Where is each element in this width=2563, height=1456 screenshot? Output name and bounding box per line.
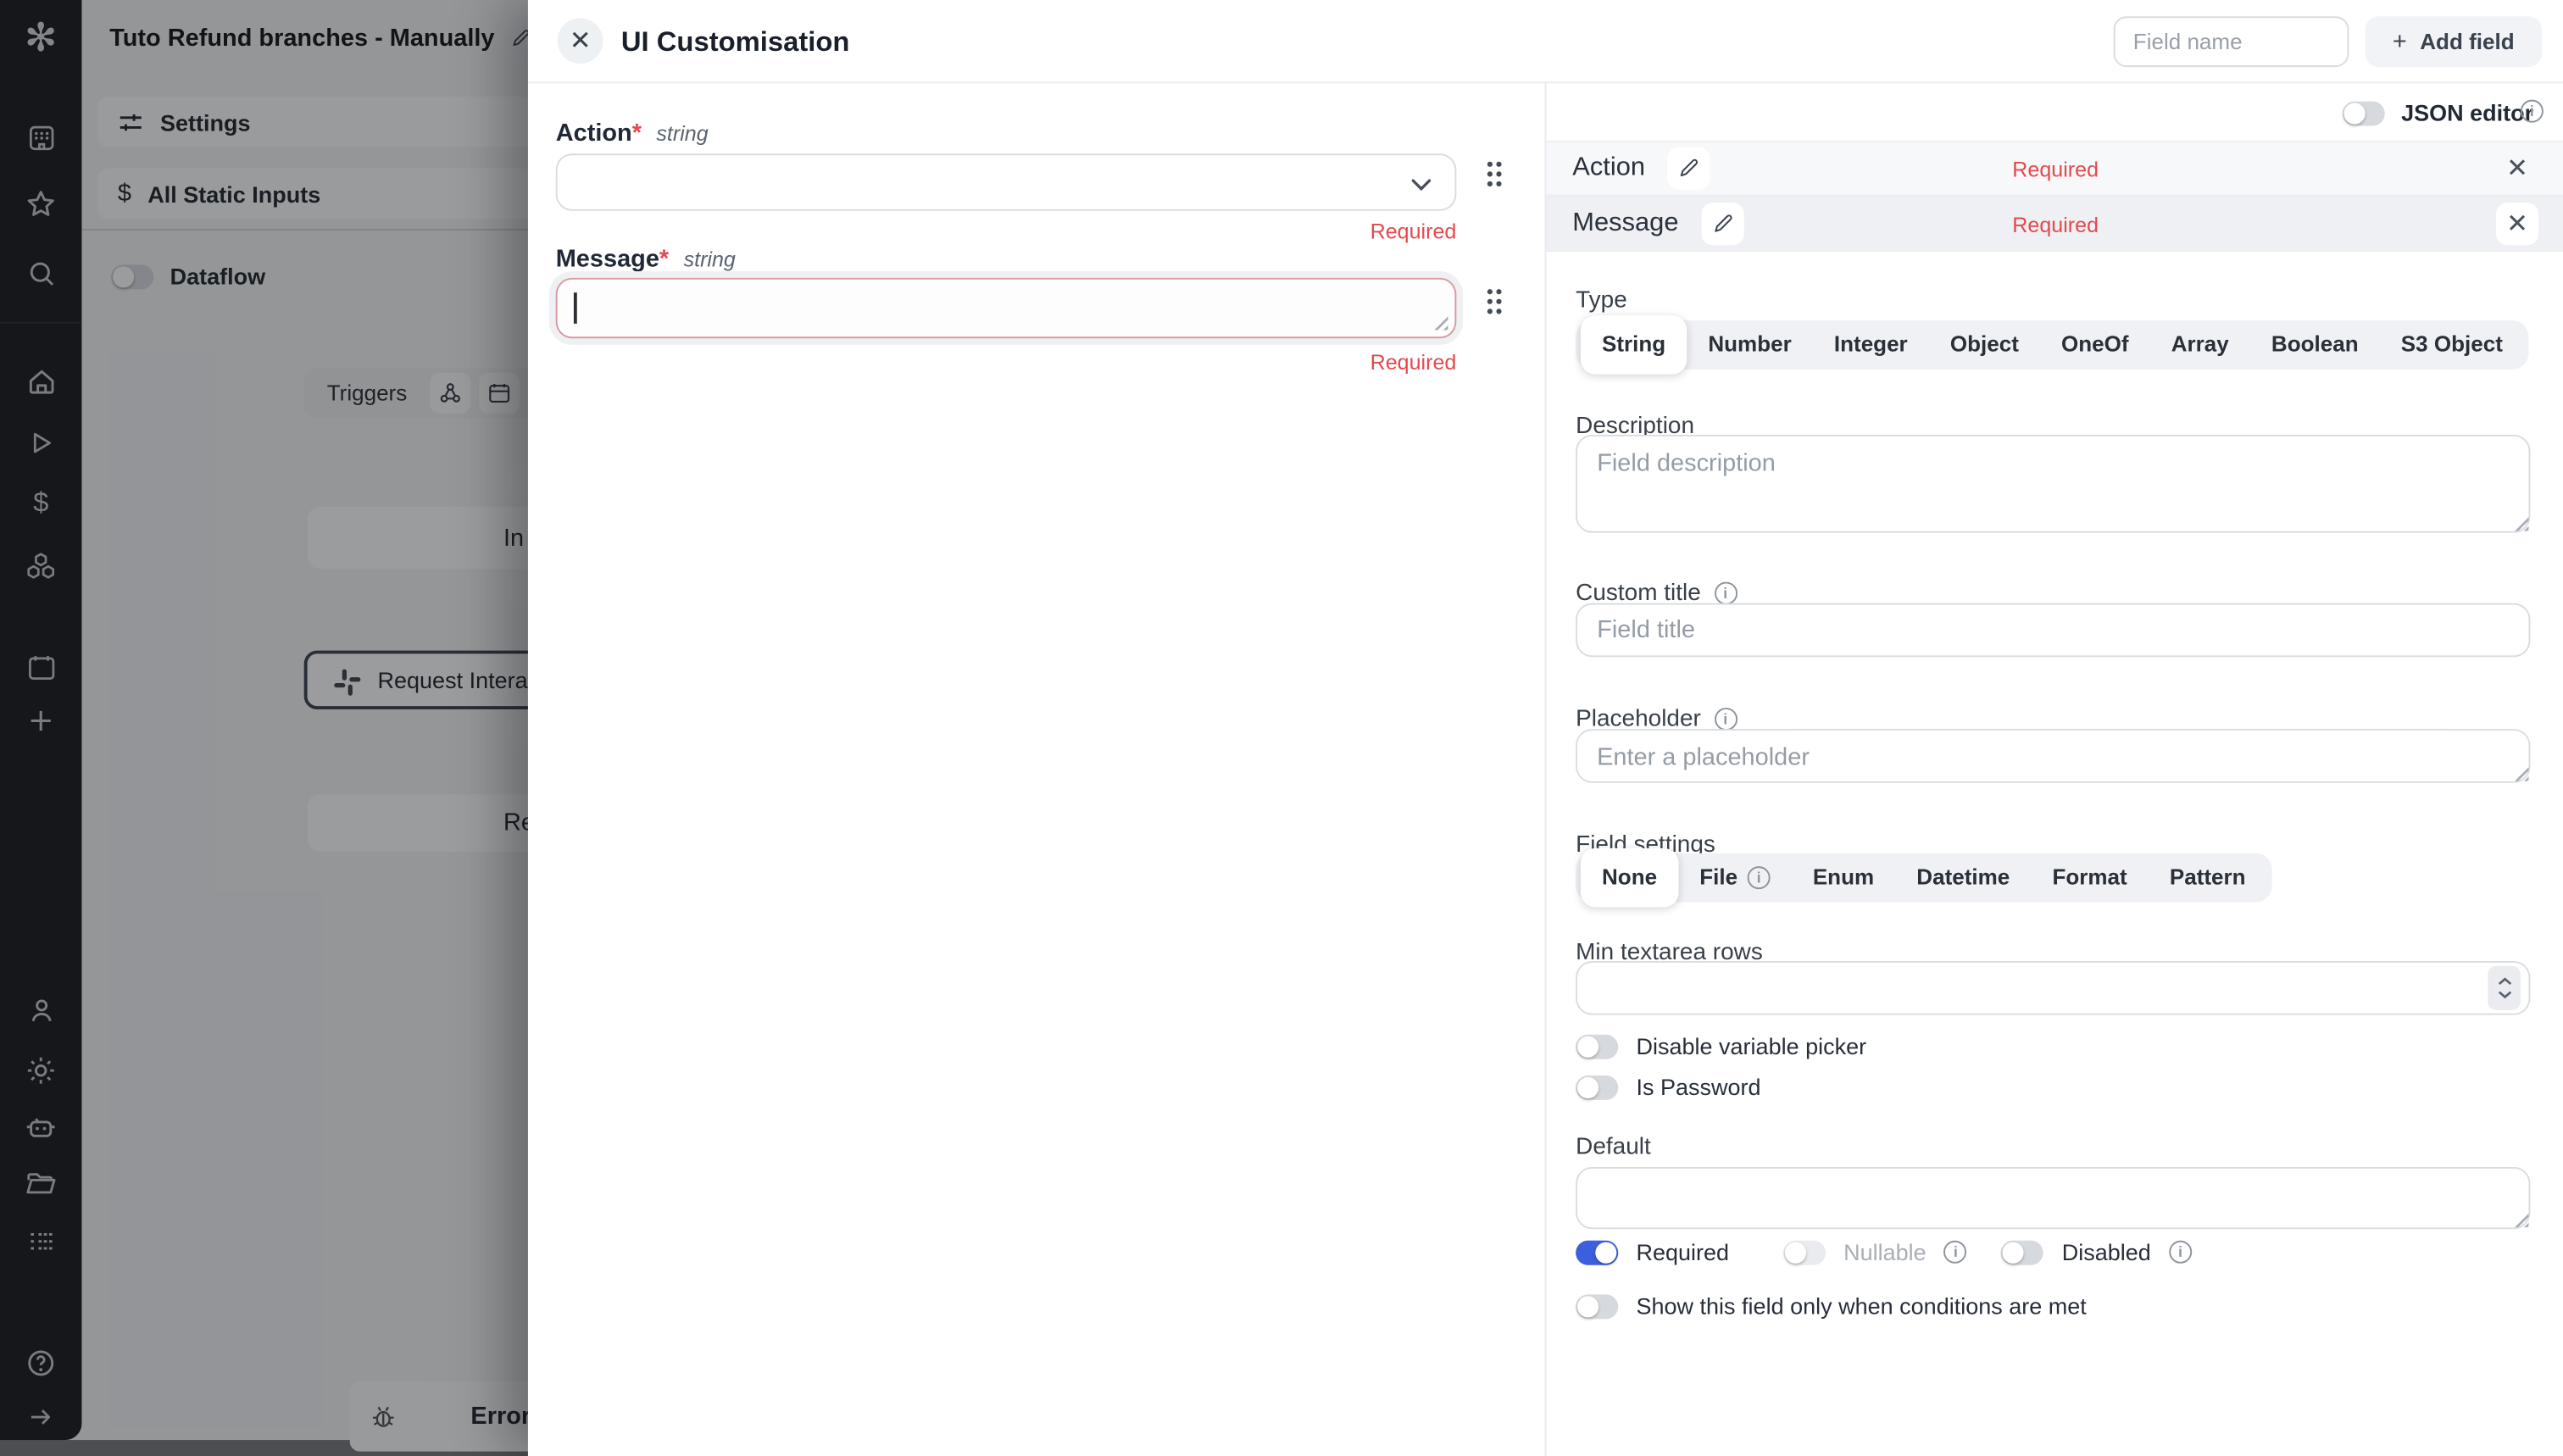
edit-pencil-icon[interactable]	[1668, 147, 1710, 190]
info-icon	[2521, 100, 2544, 123]
type-option-integer[interactable]: Integer	[1813, 320, 1929, 370]
fs-option-format[interactable]: Format	[2031, 853, 2148, 903]
text-caret	[574, 292, 576, 324]
field-row-message-name: Message	[1572, 209, 1678, 239]
nullable-toggle-label: Nullable	[1843, 1239, 1926, 1265]
fs-option-none[interactable]: None	[1581, 848, 1678, 907]
flags-row: Required Nullable Disabled	[1576, 1239, 2192, 1265]
info-icon	[1944, 1241, 1967, 1264]
drag-handle-icon[interactable]	[1484, 286, 1504, 317]
required-toggle-label: Required	[1636, 1239, 1729, 1265]
description-textarea[interactable]	[1576, 435, 2530, 533]
ui-customisation-modal: ✕ UI Customisation + Add field Action* s…	[528, 0, 2563, 1456]
add-field-button[interactable]: + Add field	[2366, 16, 2542, 67]
type-option-array[interactable]: Array	[2150, 320, 2250, 370]
disabled-toggle-label: Disabled	[2062, 1239, 2151, 1265]
action-field-type: string	[656, 121, 708, 146]
remove-field-icon[interactable]: ✕	[2496, 147, 2538, 190]
info-icon	[1748, 866, 1771, 889]
type-segmented-control: String Number Integer Object OneOf Array…	[1576, 320, 2529, 370]
field-name-input[interactable]	[2114, 16, 2349, 67]
json-editor-row: JSON editor	[1546, 83, 2563, 140]
conditions-label: Show this field only when conditions are…	[1636, 1292, 2086, 1319]
type-option-boolean[interactable]: Boolean	[2250, 320, 2380, 370]
message-field-label: Message*	[556, 245, 669, 273]
field-inspector-pane: JSON editor Action Required ✕ Message Re…	[1544, 83, 2562, 1456]
close-icon[interactable]: ✕	[558, 18, 603, 64]
custom-title-input[interactable]	[1576, 603, 2530, 658]
field-row-action-name: Action	[1572, 153, 1645, 183]
placeholder-textarea[interactable]	[1576, 729, 2530, 783]
form-preview-pane: Action* string Required Message* string	[528, 83, 1545, 1456]
plus-icon: +	[2393, 28, 2407, 56]
fs-option-pattern[interactable]: Pattern	[2149, 853, 2267, 903]
is-password-toggle[interactable]	[1576, 1075, 1618, 1099]
type-option-oneof[interactable]: OneOf	[2040, 320, 2150, 370]
is-password-label: Is Password	[1636, 1074, 1760, 1100]
info-icon	[1714, 582, 1737, 605]
nullable-toggle[interactable]	[1783, 1240, 1826, 1264]
fs-option-datetime[interactable]: Datetime	[1895, 853, 2031, 903]
message-required-note: Required	[556, 350, 1457, 375]
json-editor-toggle[interactable]	[2343, 102, 2385, 126]
default-textarea[interactable]	[1576, 1167, 2530, 1229]
modal-title: UI Customisation	[621, 0, 850, 83]
type-option-number[interactable]: Number	[1687, 320, 1813, 370]
field-row-action[interactable]: Action Required ✕	[1546, 141, 2563, 197]
info-icon	[2169, 1241, 2192, 1264]
disable-variable-picker-row: Disable variable picker	[1576, 1033, 1866, 1059]
field-settings-segmented-control: None File Enum Datetime Format Pattern	[1576, 853, 2271, 903]
is-password-row: Is Password	[1576, 1074, 1760, 1100]
action-field-label: Action*	[556, 119, 642, 147]
message-field-header: Message* string	[556, 245, 736, 273]
edit-pencil-icon[interactable]	[1701, 203, 1743, 245]
info-icon	[1714, 708, 1737, 731]
conditions-row: Show this field only when conditions are…	[1576, 1292, 2087, 1319]
fs-option-file[interactable]: File	[1678, 853, 1792, 903]
required-toggle[interactable]	[1576, 1240, 1618, 1264]
disable-variable-picker-toggle[interactable]	[1576, 1034, 1618, 1059]
message-textarea[interactable]	[556, 278, 1457, 338]
modal-header: ✕ UI Customisation + Add field	[528, 0, 2563, 83]
type-option-string[interactable]: String	[1581, 315, 1687, 374]
default-label: Default	[1576, 1134, 1651, 1160]
type-option-object[interactable]: Object	[1929, 320, 2040, 370]
action-field-header: Action* string	[556, 119, 709, 147]
disabled-toggle[interactable]	[2001, 1240, 2043, 1264]
chevron-down-icon	[1410, 178, 1432, 191]
min-textarea-rows-input[interactable]	[1576, 961, 2530, 1015]
json-editor-label: JSON editor	[2401, 100, 2533, 126]
field-row-message-status: Required	[1546, 212, 2563, 236]
type-option-s3object[interactable]: S3 Object	[2380, 320, 2524, 370]
number-stepper[interactable]	[2488, 966, 2521, 1010]
action-select[interactable]	[556, 153, 1457, 210]
add-field-label: Add field	[2420, 30, 2514, 54]
type-label: Type	[1576, 287, 1627, 314]
fs-option-enum[interactable]: Enum	[1792, 853, 1895, 903]
remove-field-icon[interactable]: ✕	[2496, 203, 2538, 245]
drag-handle-icon[interactable]	[1484, 158, 1504, 190]
resize-handle-icon[interactable]	[1432, 314, 1448, 330]
field-row-message[interactable]: Message Required ✕	[1546, 196, 2563, 252]
message-field-type: string	[684, 247, 736, 271]
action-required-note: Required	[556, 219, 1457, 243]
disable-variable-picker-label: Disable variable picker	[1636, 1033, 1866, 1059]
conditions-toggle[interactable]	[1576, 1293, 1618, 1318]
